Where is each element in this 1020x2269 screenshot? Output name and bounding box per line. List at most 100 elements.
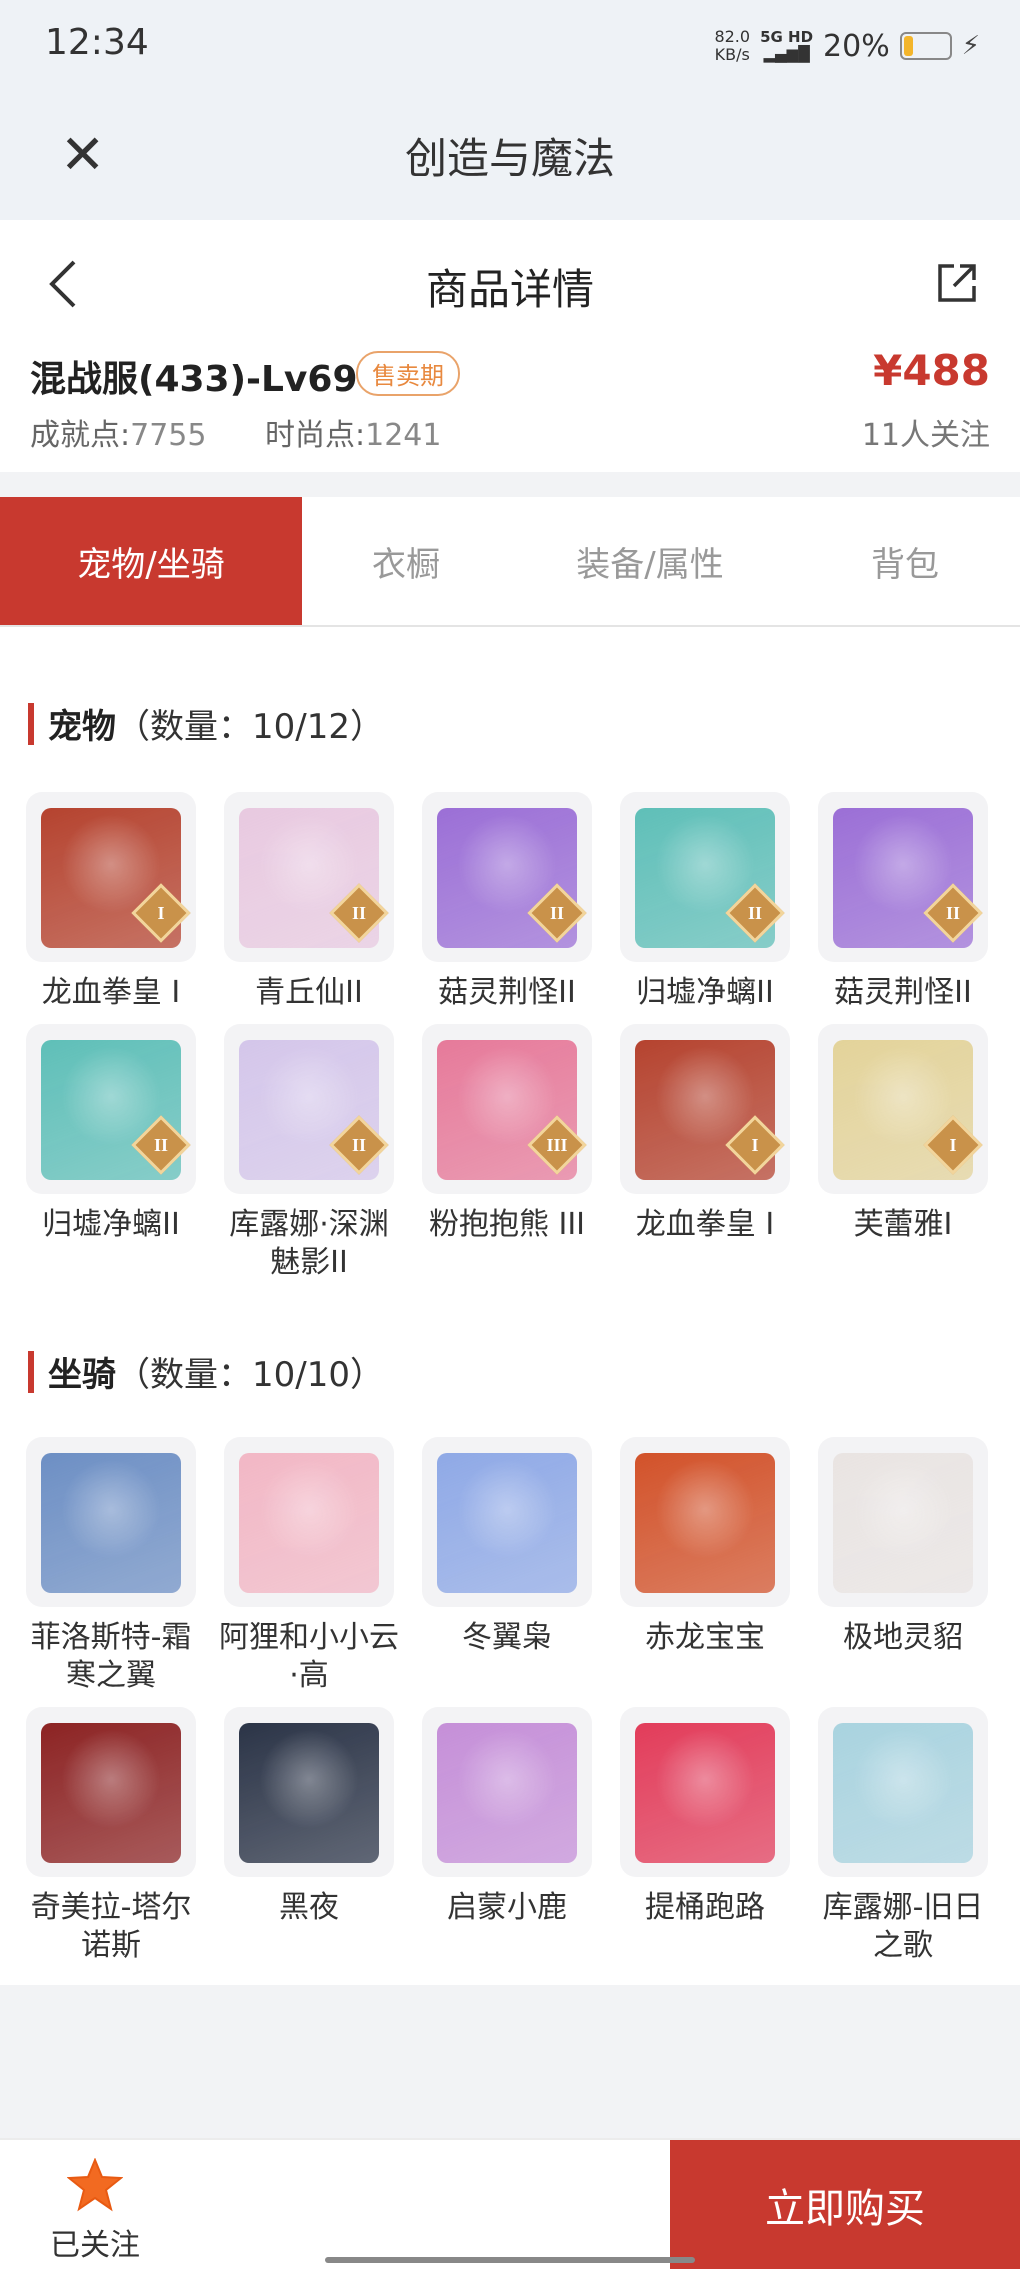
buy-now-button[interactable]: 立即购买	[670, 2140, 1020, 2269]
mount-name: 阿狸和小小云·高	[219, 1620, 399, 1693]
pet-thumbnail: II	[422, 792, 592, 962]
pet-name: 归墟净螭II	[636, 975, 774, 1010]
battery-icon	[899, 32, 952, 60]
pet-thumbnail: I	[620, 1024, 790, 1194]
follow-button[interactable]: 已关注	[40, 2157, 150, 2264]
pet-name: 青丘仙II	[255, 975, 363, 1010]
mount-item[interactable]: 奇美拉-塔尔诺斯	[26, 1707, 196, 1965]
pet-item[interactable]: I 龙血拳皇 I	[620, 1024, 790, 1282]
star-icon	[66, 2157, 124, 2212]
mounts-grid: 菲洛斯特-霜寒之翼 阿狸和小小云·高 冬翼枭 赤龙宝宝 极地灵貂奇美拉-塔尔诺斯 黑夜 启蒙…	[26, 1437, 996, 1965]
mount-thumbnail	[818, 1707, 988, 1877]
pet-name: 芙蕾雅I	[853, 1207, 953, 1242]
pet-thumbnail: II	[26, 1024, 196, 1194]
pet-item[interactable]: III 粉抱抱熊 III	[422, 1024, 592, 1282]
pet-name: 菇灵荆怪II	[438, 975, 576, 1010]
mount-name: 极地灵貂	[843, 1620, 963, 1655]
mount-thumbnail	[224, 1437, 394, 1607]
tab-bar: 宠物/坐骑 衣橱 装备/属性 背包	[0, 497, 1020, 627]
rank-label: II	[945, 903, 960, 923]
home-indicator	[325, 2257, 695, 2263]
bottom-action-bar: 已关注 立即购买	[0, 2138, 1020, 2269]
pet-item[interactable]: II 菇灵荆怪II	[422, 792, 592, 1012]
mount-thumbnail	[224, 1707, 394, 1877]
app-title: 创造与魔法	[404, 134, 615, 183]
mount-item[interactable]: 阿狸和小小云·高	[219, 1437, 399, 1695]
mount-image	[833, 1453, 973, 1593]
rank-label: II	[351, 1135, 366, 1155]
follower-count: 11人关注	[861, 418, 990, 453]
mount-image	[833, 1723, 973, 1863]
mounts-section-header: 坐骑 （数量：10/10）	[28, 1347, 384, 1396]
pets-title: 宠物	[48, 707, 116, 747]
page-title: 商品详情	[425, 265, 594, 314]
achievement-value: 7755	[130, 418, 207, 453]
mount-thumbnail	[620, 1707, 790, 1877]
pet-name: 龙血拳皇 I	[635, 1207, 775, 1242]
mount-item[interactable]: 极地灵貂	[818, 1437, 988, 1695]
status-time: 12:34	[45, 22, 149, 63]
tab-equipment[interactable]: 装备/属性	[510, 497, 790, 625]
pet-item[interactable]: II 库露娜·深渊魅影II	[224, 1024, 394, 1282]
network-speed: 82.0 KB/s	[714, 28, 750, 64]
rank-label: I	[157, 903, 165, 923]
mount-image	[635, 1453, 775, 1593]
tab-wardrobe[interactable]: 衣橱	[302, 497, 510, 625]
pet-thumbnail: II	[224, 792, 394, 962]
mount-image	[239, 1453, 379, 1593]
status-bar: 12:34 82.0 KB/s 5G HD ▂▄▆█ 20% ⚡	[0, 0, 1020, 95]
mount-image	[239, 1723, 379, 1863]
mount-name: 冬翼枭	[462, 1620, 552, 1655]
achievement-label: 成就点:	[30, 418, 131, 453]
mount-name: 奇美拉-塔尔诺斯	[30, 1890, 192, 1963]
mount-item[interactable]: 库露娜-旧日之歌	[818, 1707, 988, 1965]
pet-item[interactable]: II 归墟净螭II	[26, 1024, 196, 1282]
mount-item[interactable]: 赤龙宝宝	[620, 1437, 790, 1695]
rank-label: II	[153, 1135, 168, 1155]
product-header: 商品详情 混战服(433)-Lv69 售卖期 ¥488 成就点:7755 时尚点…	[0, 220, 1020, 472]
mount-item[interactable]: 菲洛斯特-霜寒之翼	[26, 1437, 196, 1695]
mounts-count: （数量：10/10）	[116, 1355, 384, 1395]
mount-item[interactable]: 启蒙小鹿	[422, 1707, 592, 1965]
pets-mounts-panel: 宠物 （数量：10/12） I 龙血拳皇 I II 青丘仙II II 菇灵荆怪II II 归墟…	[0, 627, 1020, 1985]
pet-thumbnail: II	[818, 792, 988, 962]
section-accent	[28, 1350, 34, 1393]
pet-item[interactable]: I 龙血拳皇 I	[26, 792, 196, 1012]
mount-thumbnail	[818, 1437, 988, 1607]
pets-section-header: 宠物 （数量：10/12）	[28, 699, 384, 748]
pet-item[interactable]: II 青丘仙II	[224, 792, 394, 1012]
pet-name: 归墟净螭II	[42, 1207, 180, 1242]
pet-item[interactable]: II 归墟净螭II	[620, 792, 790, 1012]
pet-item[interactable]: II 菇灵荆怪II	[818, 792, 988, 1012]
battery-percent: 20%	[823, 28, 890, 64]
signal-bars-icon: ▂▄▆█	[763, 45, 810, 63]
share-icon[interactable]	[936, 262, 978, 308]
achievement-points: 成就点:7755	[30, 410, 206, 454]
mount-name: 赤龙宝宝	[645, 1620, 765, 1655]
section-accent	[28, 702, 34, 745]
rank-label: II	[747, 903, 762, 923]
mount-item[interactable]: 黑夜	[224, 1707, 394, 1965]
network-type: 5G HD	[760, 28, 814, 46]
mount-thumbnail	[26, 1437, 196, 1607]
mount-image	[41, 1453, 181, 1593]
app-bar: ✕ 创造与魔法	[0, 95, 1020, 220]
pets-count: （数量：10/12）	[116, 707, 384, 747]
tab-backpack[interactable]: 背包	[790, 497, 1020, 625]
pet-thumbnail: II	[620, 792, 790, 962]
mount-item[interactable]: 冬翼枭	[422, 1437, 592, 1695]
mounts-title: 坐骑	[48, 1355, 116, 1395]
mount-image	[437, 1453, 577, 1593]
pet-item[interactable]: I 芙蕾雅I	[818, 1024, 988, 1282]
pet-thumbnail: II	[224, 1024, 394, 1194]
mount-item[interactable]: 提桶跑路	[620, 1707, 790, 1965]
tab-pets-mounts[interactable]: 宠物/坐骑	[0, 497, 302, 625]
mount-thumbnail	[422, 1437, 592, 1607]
pet-name: 库露娜·深渊魅影II	[229, 1207, 389, 1280]
rank-label: I	[949, 1135, 957, 1155]
mount-name: 提桶跑路	[645, 1890, 765, 1925]
network-speed-value: 82.0	[714, 27, 751, 46]
signal-icon: 5G HD ▂▄▆█	[760, 29, 813, 63]
product-price: ¥488	[873, 346, 990, 395]
fashion-value: 1241	[365, 418, 442, 453]
